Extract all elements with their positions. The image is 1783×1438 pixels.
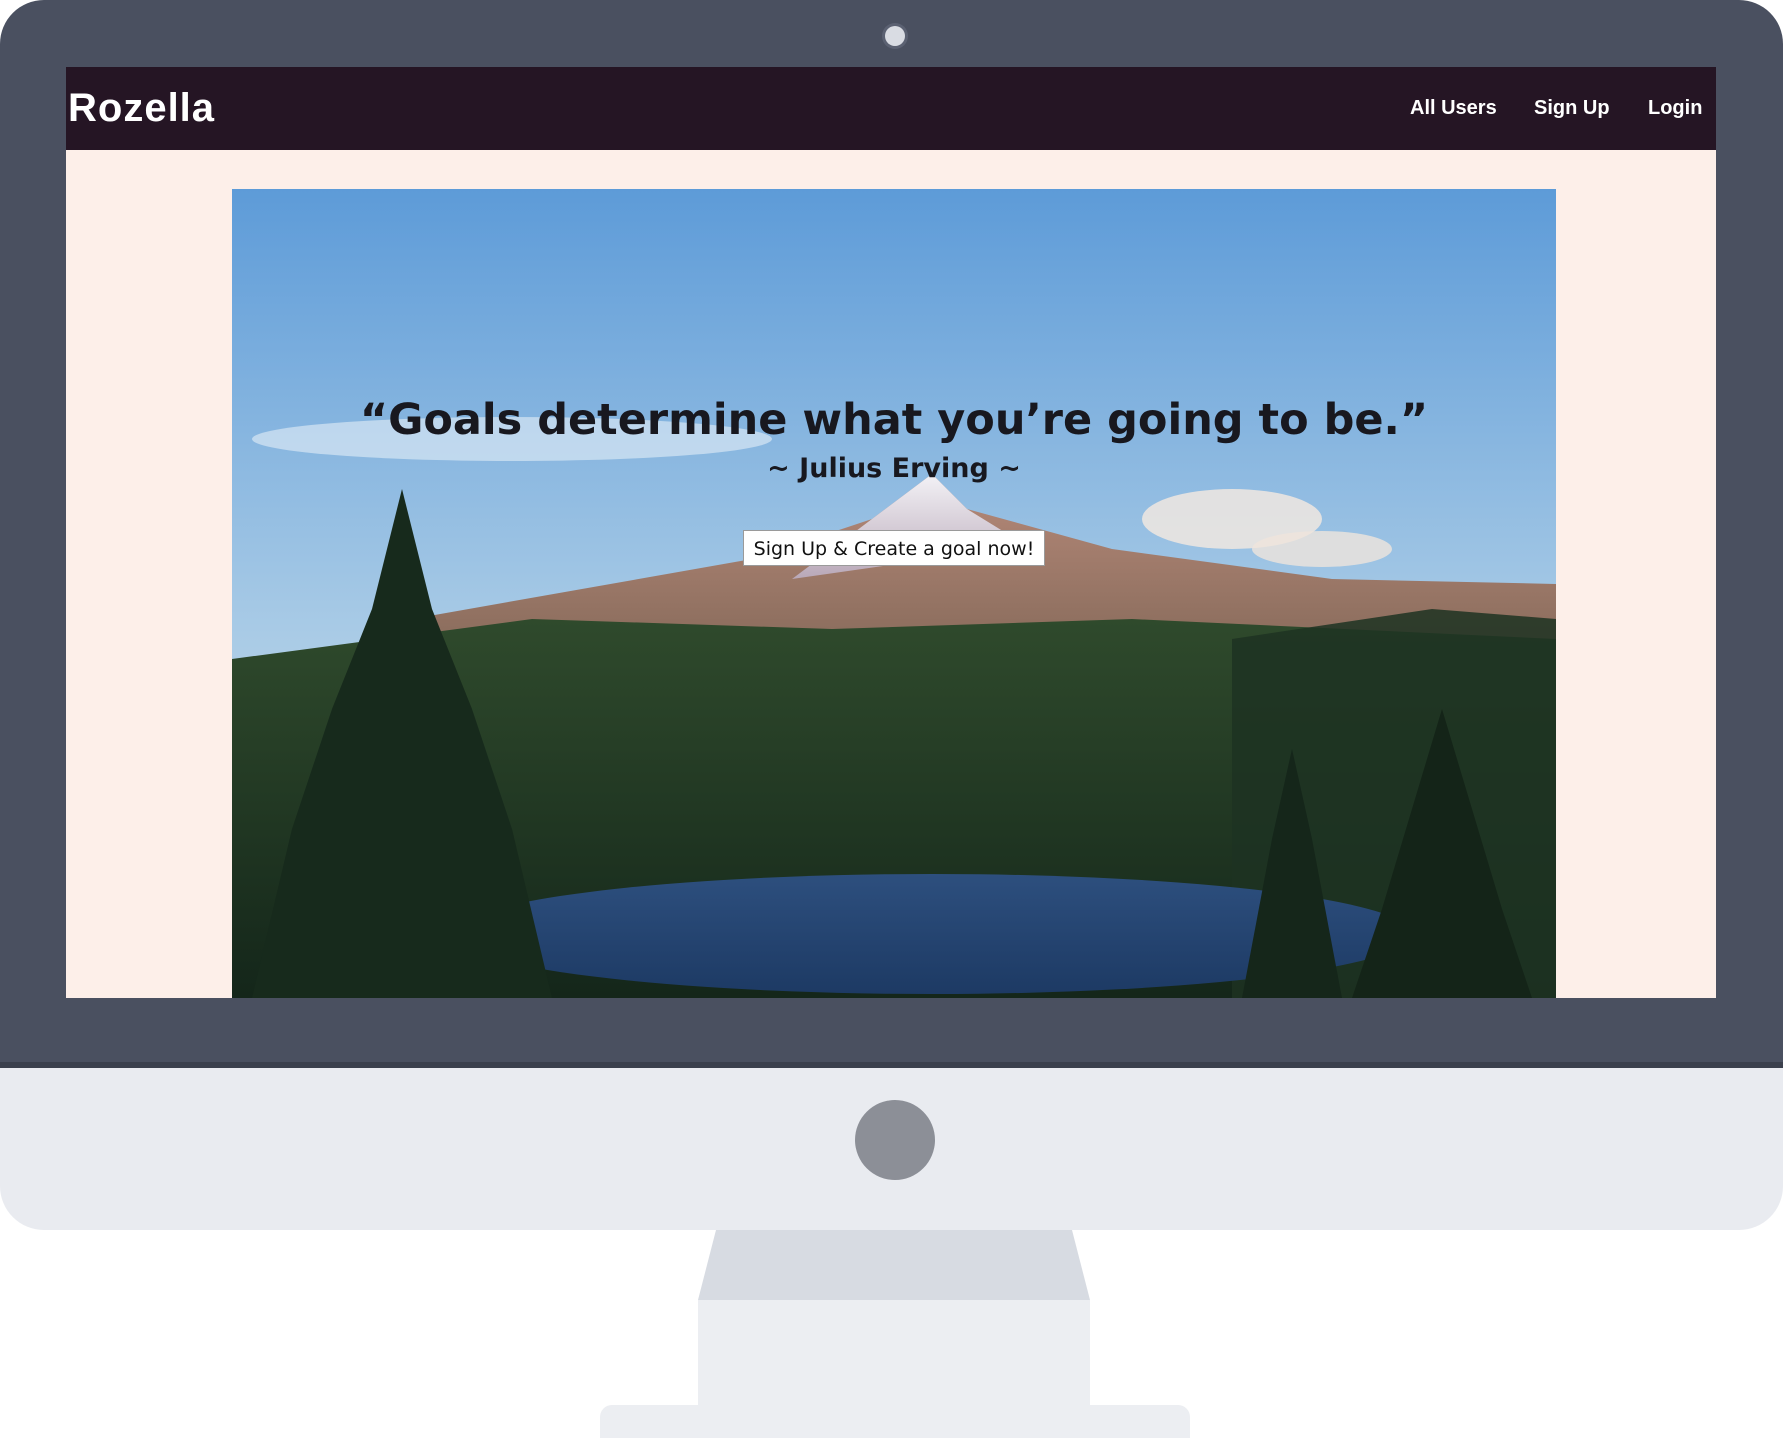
navbar: Rozella All Users Sign Up Login (66, 67, 1716, 150)
hero-background-image (232, 189, 1556, 998)
signup-cta-button[interactable]: Sign Up & Create a goal now! (743, 530, 1045, 566)
hero-section: “Goals determine what you’re going to be… (232, 189, 1556, 998)
screen: Rozella All Users Sign Up Login “Goals d… (66, 67, 1716, 998)
quote-author: ~ Julius Erving ~ (767, 453, 1021, 484)
hero-quote: “Goals determine what you’re going to be… (359, 395, 1429, 445)
brand-logo[interactable]: Rozella (68, 86, 215, 131)
nav-link-login[interactable]: Login (1648, 97, 1702, 120)
monitor-stand (698, 1230, 1090, 1430)
monitor-stand-base (600, 1405, 1190, 1438)
nav-link-sign-up[interactable]: Sign Up (1534, 97, 1610, 120)
monitor-button-icon (855, 1100, 935, 1180)
camera-icon (885, 26, 905, 46)
nav-link-all-users[interactable]: All Users (1410, 97, 1497, 120)
